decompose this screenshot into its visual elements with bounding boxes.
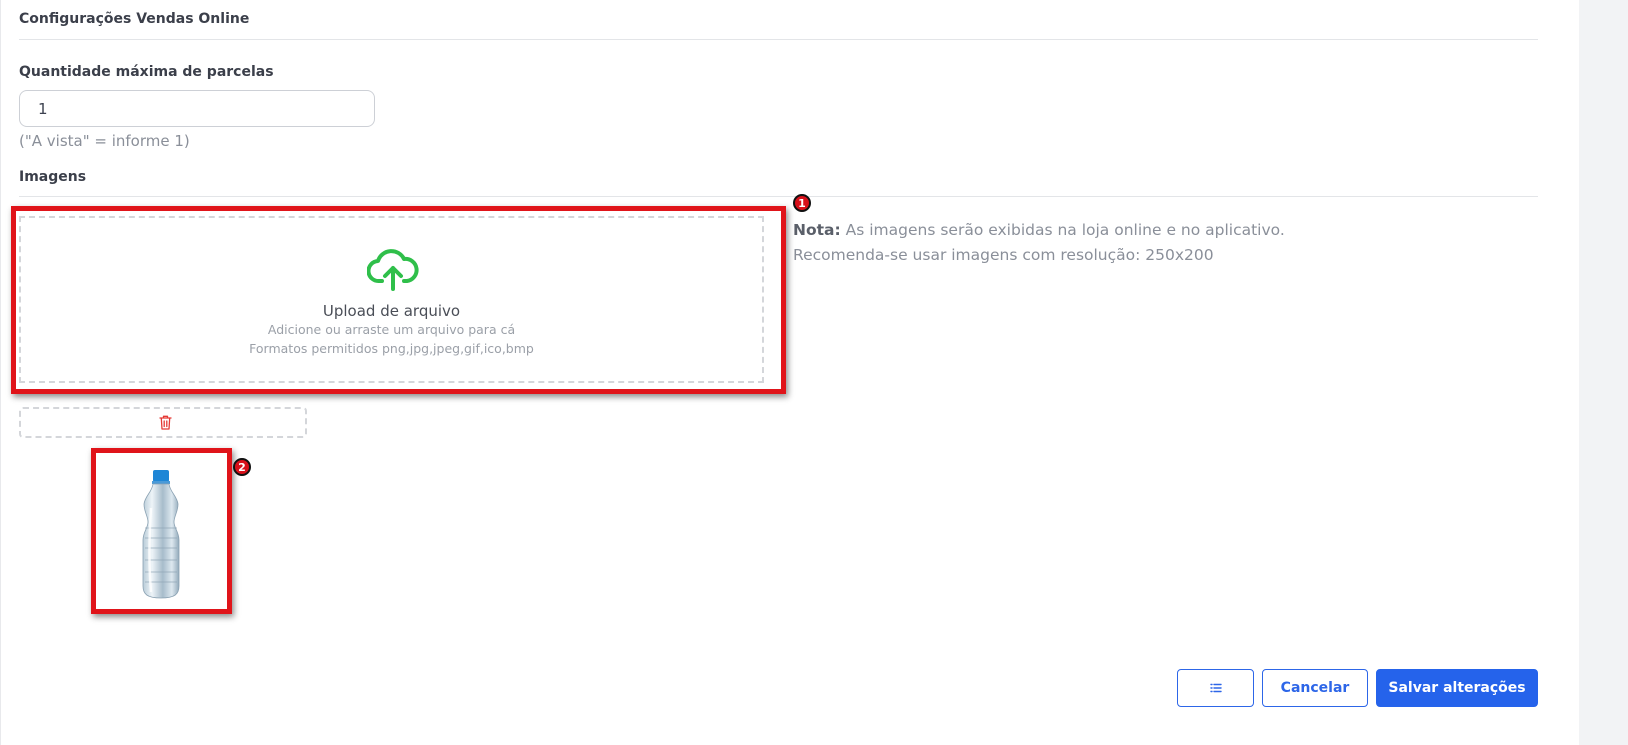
upload-dropzone[interactable]: Upload de arquivo Adicione ou arraste um… [19, 216, 764, 383]
installments-input[interactable] [19, 90, 375, 127]
note-line-1: As imagens serão exibidas na loja online… [840, 221, 1285, 239]
settings-panel: Configurações Vendas Online Quantidade m… [0, 0, 1579, 745]
images-note: Nota: As imagens serão exibidas na loja … [793, 218, 1285, 268]
section-divider [19, 39, 1538, 40]
list-icon [1209, 683, 1222, 693]
upload-formats: Formatos permitidos png,jpg,jpeg,gif,ico… [249, 341, 534, 356]
trash-icon [159, 415, 172, 430]
note-prefix: Nota: [793, 221, 841, 239]
cancel-button[interactable]: Cancelar [1262, 669, 1368, 707]
note-line-2: Recomenda-se usar imagens com resolução:… [793, 246, 1214, 264]
installments-hint: ("A vista" = informe 1) [19, 132, 190, 150]
upload-title: Upload de arquivo [322, 302, 461, 320]
product-image [142, 470, 180, 599]
annotation-badge-2: 2 [233, 458, 251, 476]
installments-label: Quantidade máxima de parcelas [19, 64, 274, 80]
images-label: Imagens [19, 169, 87, 185]
cloud-upload-icon [367, 249, 419, 291]
delete-image-button[interactable] [19, 407, 307, 438]
list-button[interactable] [1177, 669, 1254, 707]
images-divider [19, 196, 1538, 197]
upload-subtitle: Adicione ou arraste um arquivo para cá [267, 322, 516, 337]
save-button[interactable]: Salvar alterações [1376, 669, 1538, 707]
annotation-badge-1: 1 [793, 194, 811, 212]
section-title: Configurações Vendas Online [19, 11, 250, 27]
